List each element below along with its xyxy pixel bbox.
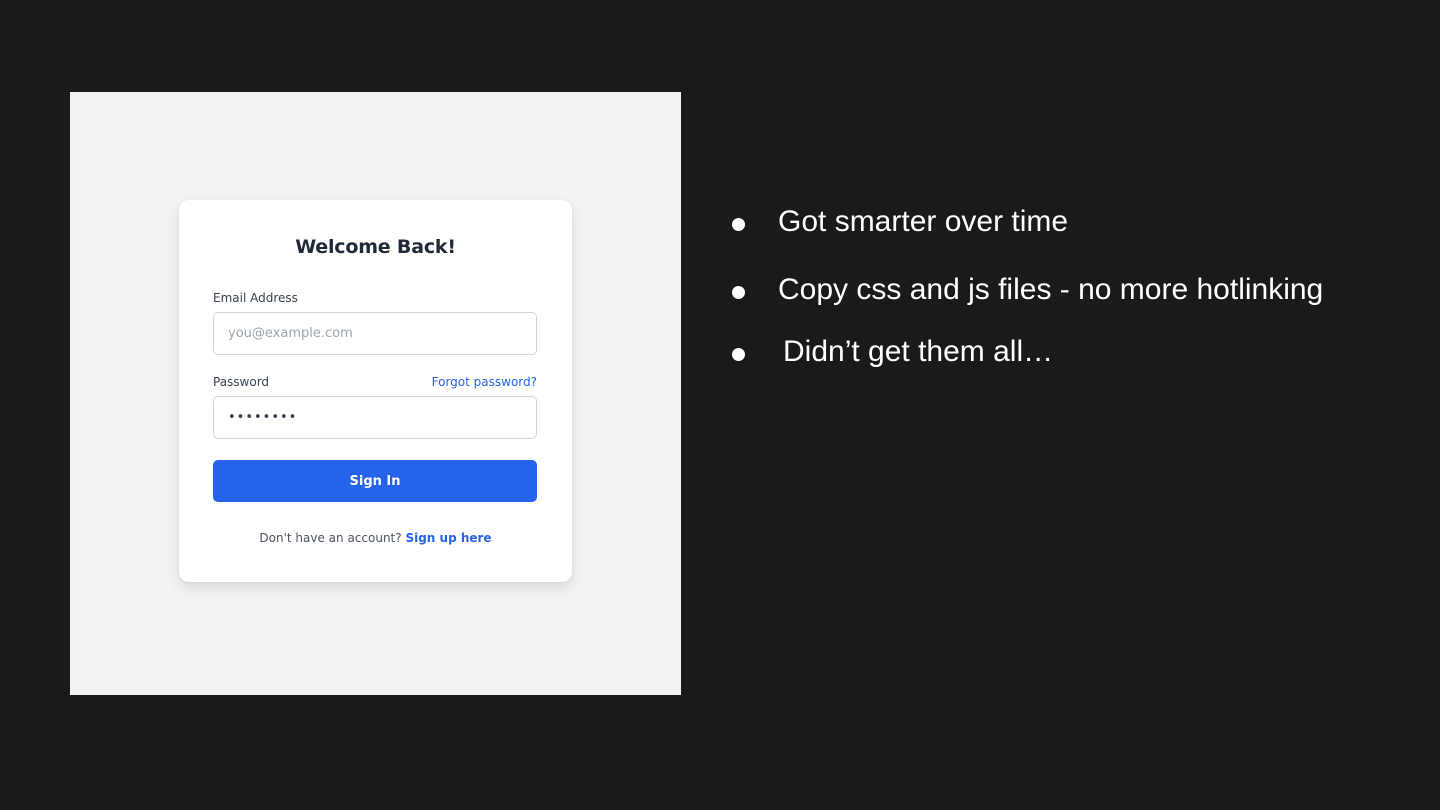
bullet-dot-icon: [732, 286, 745, 299]
sign-in-button[interactable]: Sign In: [213, 460, 537, 502]
sign-up-link[interactable]: Sign up here: [405, 531, 491, 545]
bullet-text: Didn’t get them all…: [783, 335, 1054, 368]
email-input[interactable]: [213, 312, 537, 355]
login-title: Welcome Back!: [295, 236, 456, 258]
no-account-text: Don't have an account?: [259, 531, 402, 545]
login-card: Welcome Back! Email Address Password For…: [179, 200, 572, 582]
forgot-password-link[interactable]: Forgot password?: [432, 375, 537, 389]
password-label: Password: [213, 375, 270, 389]
password-input[interactable]: [213, 396, 537, 439]
bullet-text: Copy css and js files - no more hotlinki…: [778, 273, 1324, 306]
signup-row: Don't have an account? Sign up here: [179, 531, 572, 545]
email-label: Email Address: [213, 291, 298, 305]
login-screenshot: Welcome Back! Email Address Password For…: [70, 92, 681, 695]
bullet-text: Got smarter over time: [778, 205, 1069, 238]
bullet-dot-icon: [732, 218, 745, 231]
bullet-dot-icon: [732, 348, 745, 361]
